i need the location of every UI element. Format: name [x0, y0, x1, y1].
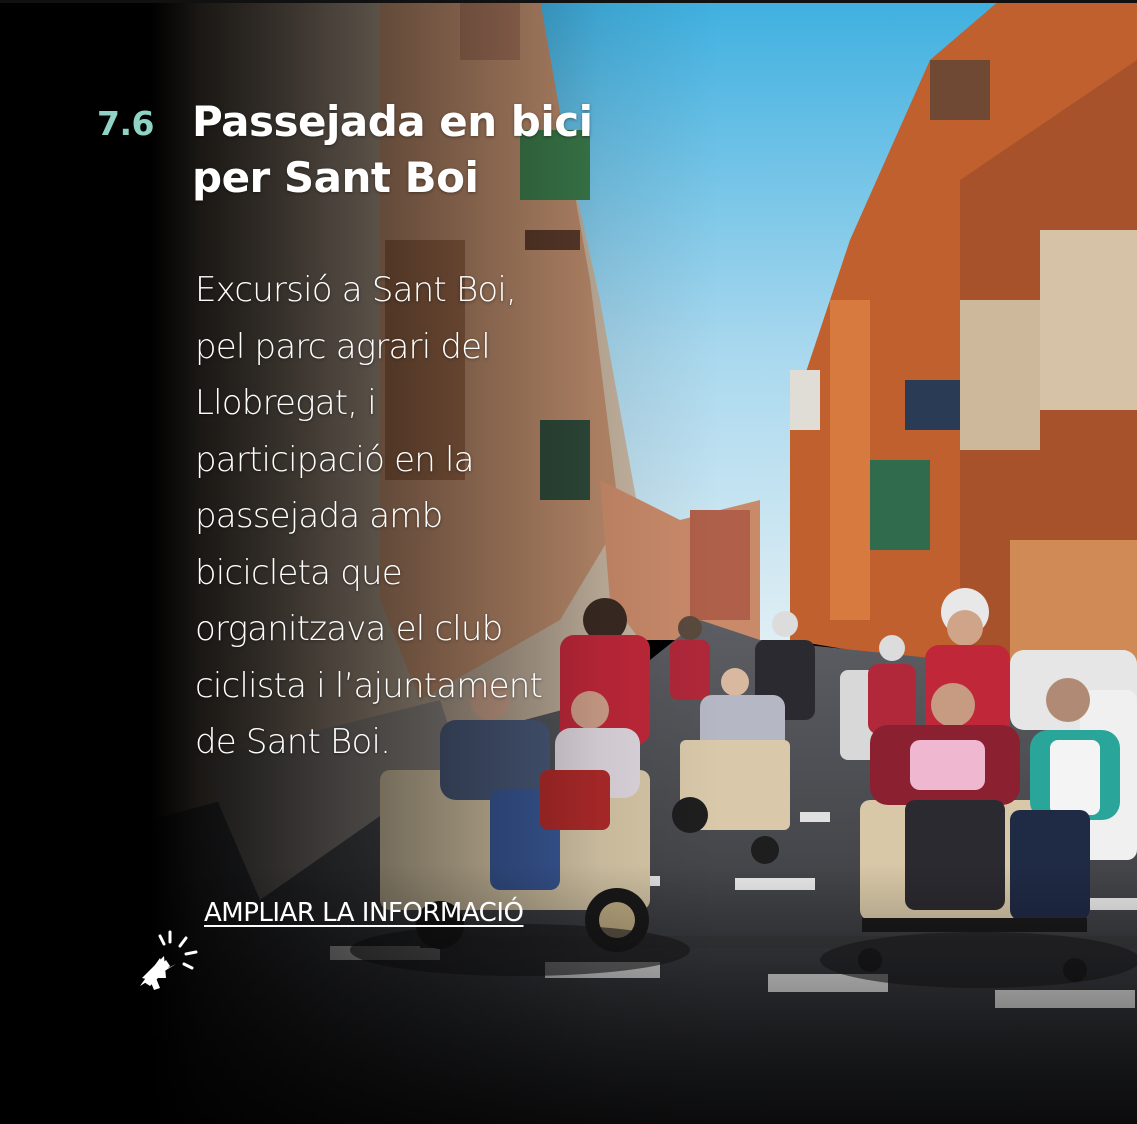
title-line: per Sant Boi [192, 153, 479, 202]
section-number: 7.6 [97, 104, 154, 143]
slide: 7.6 Passejada en bici per Sant Boi Excur… [0, 0, 1137, 1124]
bottom-dark-gradient [0, 864, 1137, 1124]
top-border [0, 0, 1137, 3]
description-line: pel parc agrari del [195, 326, 491, 367]
description-line: de Sant Boi. [195, 722, 391, 762]
description-line: passejada amb [195, 496, 443, 536]
pointer-click-icon[interactable] [138, 930, 200, 992]
description-line: organitzava el club [195, 609, 503, 649]
title-line: Passejada en bici [192, 97, 593, 146]
description-line: Llobregat, i [195, 383, 377, 423]
section-description: Excursió a Sant Boi, pel parc agrari del… [195, 262, 635, 771]
description-line: bicicleta que [195, 552, 403, 593]
section-title: Passejada en bici per Sant Boi [192, 94, 652, 206]
description-line: Excursió a Sant Boi, [195, 270, 517, 310]
description-line: participació en la [195, 439, 474, 480]
more-info-link[interactable]: AMPLIAR LA INFORMACIÓ [204, 898, 524, 928]
description-line: ciclista i l’ajuntament [195, 665, 543, 706]
